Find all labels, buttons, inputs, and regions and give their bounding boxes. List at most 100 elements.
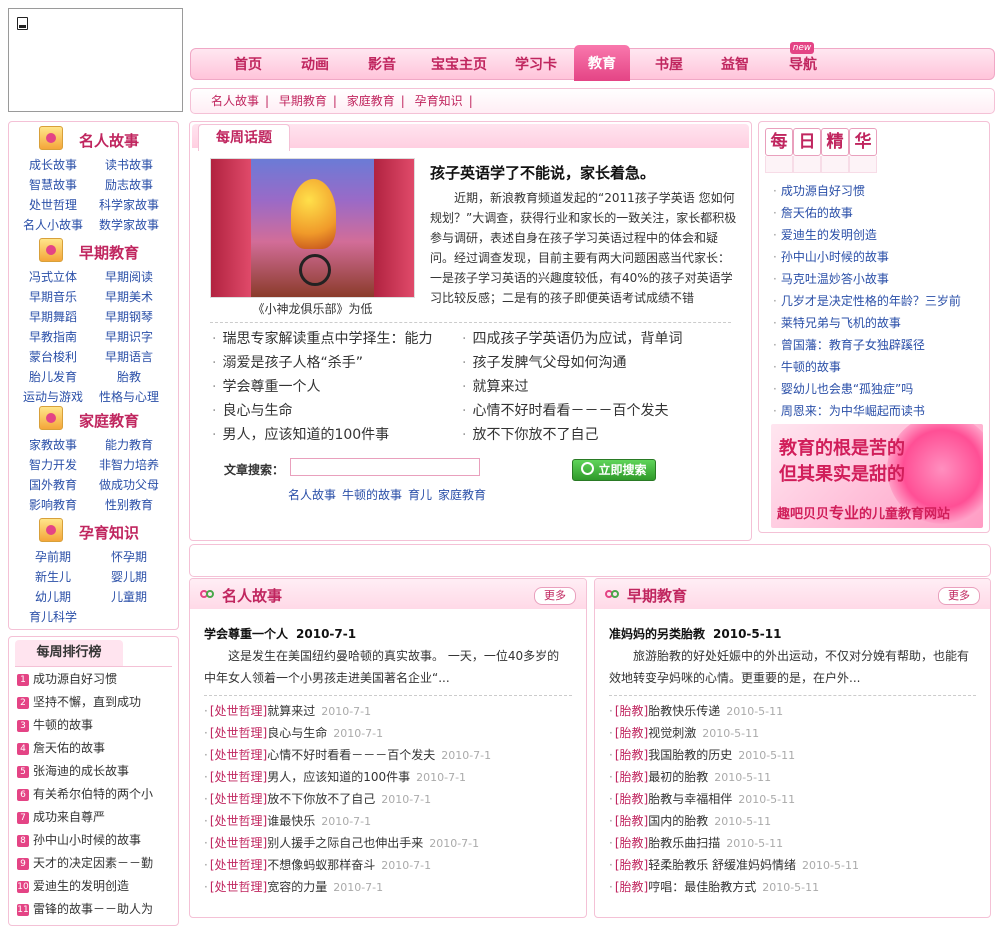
article-title[interactable]: 我国胎教的历史	[648, 748, 732, 762]
search-tag[interactable]: 牛顿的故事	[342, 488, 402, 502]
article-title[interactable]: 放不下你放不了自己	[267, 792, 375, 806]
feature-title[interactable]: 学会尊重一个人 2010-7-1	[204, 625, 356, 642]
highlight-item[interactable]: 成功源自好习惯	[773, 180, 865, 202]
article-tag[interactable]: [处世哲理]	[210, 792, 267, 806]
article-row[interactable]: [胎教]视觉刺激 2010-5-11	[609, 722, 759, 744]
category-link[interactable]: 早期钢琴	[89, 308, 169, 325]
more-button[interactable]: 更多	[534, 587, 576, 605]
category-link[interactable]: 怀孕期	[89, 548, 169, 565]
category-link[interactable]: 性别教育	[89, 496, 169, 513]
highlight-item[interactable]: 爱迪生的发明创造	[773, 224, 877, 246]
article-title[interactable]: 心情不好时看看－－－百个发夫	[267, 748, 435, 762]
category-link[interactable]: 胎儿发育	[13, 368, 93, 385]
article-row[interactable]: [处世哲理]别人援手之际自己也伸出手来 2010-7-1	[204, 832, 479, 854]
article-title[interactable]: 哼唱：最佳胎教方式	[648, 880, 756, 894]
topic-link[interactable]: 放不下你放不了自己	[462, 424, 598, 444]
topic-title[interactable]: 孩子英语学了不能说，家长着急。	[430, 162, 655, 183]
search-tag[interactable]: 家庭教育	[438, 488, 486, 502]
topic-photo-caption[interactable]: 《小神龙俱乐部》为低	[210, 300, 415, 317]
article-title[interactable]: 视觉刺激	[648, 726, 696, 740]
rank-item[interactable]: 8 孙中山小时候的故事	[17, 830, 141, 850]
article-tag[interactable]: [胎教]	[615, 814, 648, 828]
search-input[interactable]	[290, 458, 480, 476]
category-link[interactable]: 成长故事	[13, 156, 93, 173]
highlight-item[interactable]: 婴幼儿也会患“孤独症”吗	[773, 378, 913, 400]
category-link[interactable]: 早期音乐	[13, 288, 93, 305]
subnav-early-education[interactable]: 早期教育	[279, 94, 327, 108]
rank-item[interactable]: 11 雷锋的故事－－助人为	[17, 899, 153, 919]
category-title[interactable]: 家庭教育	[79, 410, 139, 431]
category-link[interactable]: 励志故事	[89, 176, 169, 193]
category-link[interactable]: 儿童期	[89, 588, 169, 605]
article-tag[interactable]: [胎教]	[615, 836, 648, 850]
highlight-item[interactable]: 詹天佑的故事	[773, 202, 853, 224]
article-row[interactable]: [胎教]胎教快乐传递 2010-5-11	[609, 700, 783, 722]
category-link[interactable]: 做成功父母	[89, 476, 169, 493]
topic-photo[interactable]	[210, 158, 415, 298]
category-link[interactable]: 非智力培养	[89, 456, 169, 473]
article-title[interactable]: 轻柔胎教乐 舒缓准妈妈情绪	[648, 858, 796, 872]
nav-study-card[interactable]: 学习卡	[501, 49, 571, 81]
article-title[interactable]: 别人援手之际自己也伸出手来	[267, 836, 423, 850]
category-link[interactable]: 蒙台梭利	[13, 348, 93, 365]
article-title[interactable]: 胎教快乐传递	[648, 704, 720, 718]
article-title[interactable]: 国内的胎教	[648, 814, 708, 828]
category-link[interactable]: 读书故事	[89, 156, 169, 173]
nav-bookstore[interactable]: 书屋	[637, 49, 701, 81]
category-link[interactable]: 早期阅读	[89, 268, 169, 285]
rank-item[interactable]: 9 天才的决定因素－－勤	[17, 853, 153, 873]
nav-puzzle[interactable]: 益智	[703, 49, 767, 81]
nav-home[interactable]: 首页	[213, 49, 283, 81]
category-link[interactable]: 早教指南	[13, 328, 93, 345]
article-row[interactable]: [处世哲理]良心与生命 2010-7-1	[204, 722, 383, 744]
category-link[interactable]: 冯式立体	[13, 268, 93, 285]
category-link[interactable]: 胎教	[89, 368, 169, 385]
highlight-item[interactable]: 马克吐温妙答小故事	[773, 268, 889, 290]
ad-banner[interactable]: 教育的根是苦的 但其果实是甜的 趣吧贝贝专业的儿童教育网站	[771, 424, 983, 528]
nav-media[interactable]: 影音	[348, 49, 416, 81]
category-link[interactable]: 早期识字	[89, 328, 169, 345]
article-tag[interactable]: [胎教]	[615, 880, 648, 894]
article-tag[interactable]: [胎教]	[615, 858, 648, 872]
article-tag[interactable]: [处世哲理]	[210, 858, 267, 872]
article-row[interactable]: [处世哲理]心情不好时看看－－－百个发夫 2010-7-1	[204, 744, 491, 766]
category-link[interactable]: 幼儿期	[13, 588, 93, 605]
category-link[interactable]: 数学家故事	[89, 216, 169, 233]
article-title[interactable]: 宽容的力量	[267, 880, 327, 894]
search-button[interactable]: 立即搜索	[572, 459, 656, 481]
category-link[interactable]: 早期舞蹈	[13, 308, 93, 325]
category-title[interactable]: 名人故事	[79, 130, 139, 151]
article-row[interactable]: [胎教]轻柔胎教乐 舒缓准妈妈情绪 2010-5-11	[609, 854, 859, 876]
nav-baby-home[interactable]: 宝宝主页	[419, 49, 499, 81]
article-title[interactable]: 胎教与幸福相伴	[648, 792, 732, 806]
topic-link[interactable]: 溺爱是孩子人格“杀手”	[212, 352, 363, 372]
article-tag[interactable]: [胎教]	[615, 726, 648, 740]
topic-link[interactable]: 心情不好时看看－－－百个发夫	[462, 400, 668, 420]
nav-education[interactable]: 教育	[574, 45, 630, 81]
article-title[interactable]: 就算来过	[267, 704, 315, 718]
article-tag[interactable]: [胎教]	[615, 792, 648, 806]
topic-link[interactable]: 四成孩子学英语仍为应试，背单词	[462, 328, 682, 348]
topic-link[interactable]: 就算来过	[462, 376, 528, 396]
rank-item[interactable]: 2 坚持不懈，直到成功	[17, 692, 141, 712]
article-tag[interactable]: [胎教]	[615, 748, 648, 762]
subnav-celebrity-stories[interactable]: 名人故事	[211, 94, 259, 108]
article-tag[interactable]: [处世哲理]	[210, 748, 267, 762]
topic-link[interactable]: 男人，应该知道的100件事	[212, 424, 389, 444]
article-row[interactable]: [胎教]胎教乐曲扫描 2010-5-11	[609, 832, 783, 854]
article-row[interactable]: [胎教]哼唱：最佳胎教方式 2010-5-11	[609, 876, 819, 898]
article-tag[interactable]: [处世哲理]	[210, 880, 267, 894]
topic-link[interactable]: 学会尊重一个人	[212, 376, 320, 396]
rank-item[interactable]: 3 牛顿的故事	[17, 715, 93, 735]
article-row[interactable]: [处世哲理]放不下你放不了自己 2010-7-1	[204, 788, 431, 810]
highlight-item[interactable]: 几岁才是决定性格的年龄？三岁前	[773, 290, 961, 312]
article-row[interactable]: [处世哲理]男人，应该知道的100件事 2010-7-1	[204, 766, 466, 788]
article-tag[interactable]: [处世哲理]	[210, 704, 267, 718]
category-link[interactable]: 新生儿	[13, 568, 93, 585]
category-link[interactable]: 孕前期	[13, 548, 93, 565]
highlight-item[interactable]: 曾国藩：教育子女独辟蹊径	[773, 334, 925, 356]
search-tag[interactable]: 名人故事	[288, 488, 336, 502]
rank-item[interactable]: 6 有关希尔伯特的两个小	[17, 784, 153, 804]
subnav-pregnancy-knowledge[interactable]: 孕育知识	[415, 94, 463, 108]
article-row[interactable]: [胎教]国内的胎教 2010-5-11	[609, 810, 771, 832]
